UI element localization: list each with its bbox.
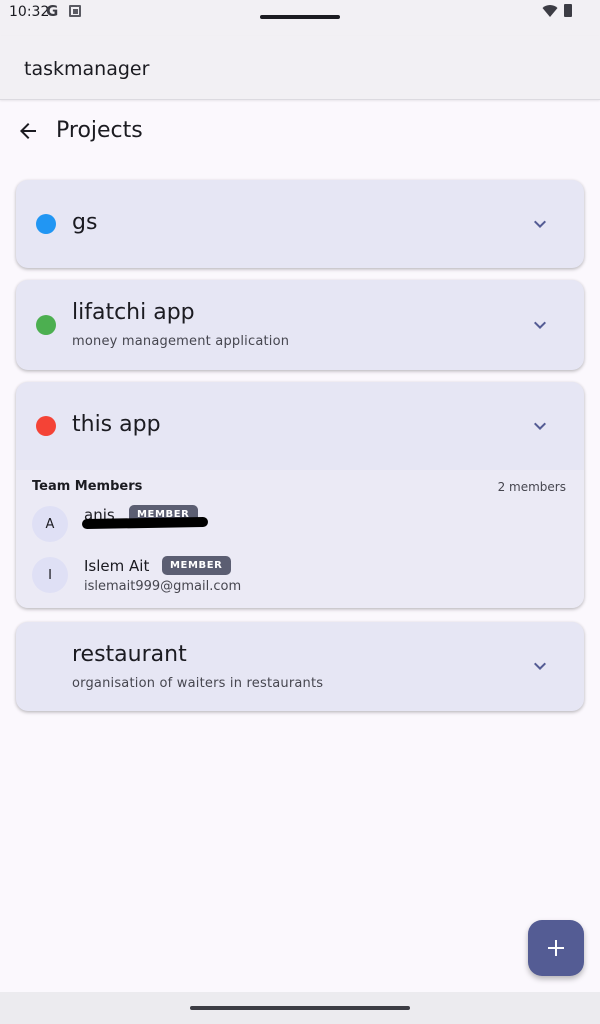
team-members-label: Team Members [32, 479, 143, 494]
project-title: lifatchi app [72, 300, 195, 325]
app-title: taskmanager [24, 58, 150, 80]
project-title: restaurant [72, 642, 187, 667]
plus-icon [548, 940, 564, 956]
role-badge: MEMBER [162, 556, 231, 575]
wifi-icon [542, 5, 558, 18]
project-color-dot [36, 214, 56, 234]
team-members-section: Team Members 2 members A anis MEMBER I I… [16, 470, 584, 608]
chevron-down-icon[interactable] [528, 654, 552, 678]
member-email: islemait999@gmail.com [84, 579, 242, 594]
avatar: I [32, 557, 68, 593]
battery-icon [564, 4, 572, 17]
project-title: gs [72, 210, 98, 235]
google-icon: G [46, 2, 59, 20]
add-project-button[interactable] [528, 920, 584, 976]
project-card-this-app[interactable]: this app Team Members 2 members A anis M… [16, 382, 584, 608]
status-bar-pill [260, 15, 340, 19]
project-title: this app [72, 412, 161, 437]
project-card-gs[interactable]: gs [16, 180, 584, 268]
project-description: organisation of waiters in restaurants [72, 676, 324, 691]
status-bar: 10:32 G [0, 0, 600, 36]
chevron-down-icon[interactable] [528, 414, 552, 438]
chevron-down-icon[interactable] [528, 212, 552, 236]
member-count: 2 members [497, 480, 566, 494]
project-description: money management application [72, 334, 290, 349]
project-card-lifatchi-app[interactable]: lifatchi app money management applicatio… [16, 280, 584, 370]
chevron-down-icon[interactable] [528, 313, 552, 337]
member-name: Islem Ait [84, 557, 150, 575]
project-card-restaurant[interactable]: restaurant organisation of waiters in re… [16, 622, 584, 711]
redacted-email [81, 516, 209, 530]
arrow-back-icon[interactable] [16, 119, 40, 143]
avatar: A [32, 506, 68, 542]
project-color-dot [36, 315, 56, 335]
project-color-dot [36, 416, 56, 436]
gesture-handle[interactable] [190, 1006, 410, 1010]
app-bar: taskmanager [0, 36, 600, 100]
screenshot-icon [69, 5, 81, 17]
navigation-bar [0, 992, 600, 1024]
page-title: Projects [56, 118, 143, 143]
status-time: 10:32 [9, 4, 50, 20]
